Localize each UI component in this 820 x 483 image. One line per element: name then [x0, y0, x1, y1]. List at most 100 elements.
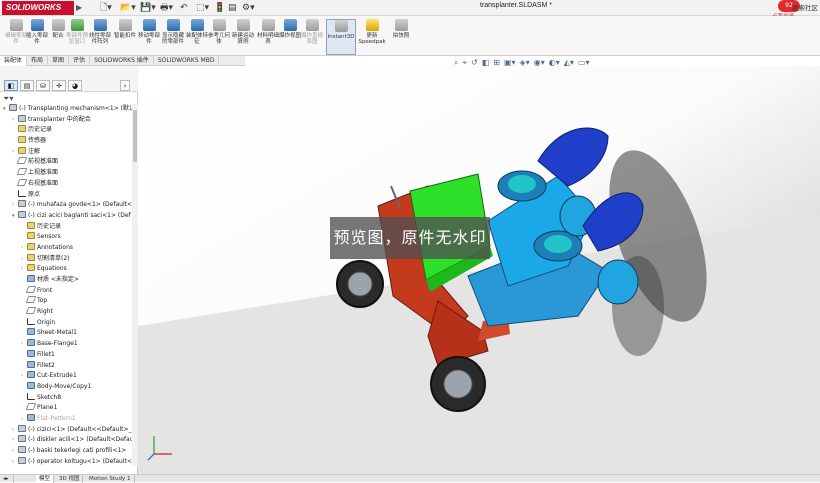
tree-item[interactable]: 上视基准面 — [0, 168, 132, 179]
select-icon[interactable]: ⬚▾ — [196, 2, 209, 14]
new-document-icon[interactable]: 🗋▾ — [100, 2, 112, 14]
hopper-disc-lower — [544, 235, 572, 253]
tree-item-label: Base-Flange1 — [37, 340, 78, 348]
dimxpert-tab-icon[interactable]: ✛ — [52, 80, 66, 91]
tree-item[interactable]: Fillet1 — [0, 349, 132, 361]
planting-rotor — [597, 259, 639, 305]
smart-fasteners-button[interactable]: 智能扣件 — [112, 19, 138, 55]
move-component-button[interactable]: 移动零部件 — [136, 19, 162, 55]
tree-item[interactable]: 原点 — [0, 189, 132, 201]
feature-icon — [27, 339, 35, 347]
plane-icon — [16, 168, 28, 176]
tab-mbd[interactable]: SOLIDWORKS MBD — [154, 56, 220, 66]
command-manager-tabs: 装配体 布局 草图 评估 SOLIDWORKS 插件 SOLIDWORKS MBD — [0, 56, 245, 66]
operator-seat-upper — [537, 127, 609, 187]
tree-item[interactable]: Front — [0, 285, 132, 297]
show-hidden-components-button[interactable]: 显示隐藏的零部件 — [160, 19, 186, 55]
folder-icon — [27, 232, 35, 240]
tree-item[interactable]: › Base-Flange1 — [0, 339, 132, 350]
tree-item-label: Origin — [37, 318, 56, 326]
tree-item[interactable]: › 注解 — [0, 146, 132, 158]
reference-geometry-button[interactable]: 参考几何体 — [206, 19, 232, 55]
tab-assembly[interactable]: 装配体 — [0, 56, 28, 66]
search-community-link[interactable]: 搜索社区 — [792, 2, 818, 12]
solidworks-logo: SOLIDWORKS — [2, 1, 74, 15]
tree-item[interactable]: › Cut-Extrude1 — [0, 371, 132, 382]
menu-expand-icon[interactable]: ▶ — [76, 3, 86, 13]
rear-wheel-hub — [347, 271, 373, 297]
tab-addins[interactable]: SOLIDWORKS 插件 — [90, 56, 154, 66]
open-document-icon[interactable]: 📂▾ — [120, 2, 136, 14]
file-properties-icon[interactable]: ▤ — [228, 2, 237, 14]
document-title: transplanter.SLDASM * — [480, 2, 552, 9]
update-speedpak-button[interactable]: 更新 Speedpak — [358, 19, 386, 55]
reference-geometry-icon — [212, 19, 226, 31]
take-snapshot-button[interactable]: 拍快照 — [388, 19, 414, 55]
scrollbar-thumb[interactable] — [133, 110, 137, 162]
panel-expand-icon[interactable]: › — [120, 80, 130, 91]
tree-item[interactable]: › (-) baski tekerlegi cati profili<1> — [0, 446, 132, 457]
tree-item[interactable]: ▾ (-) Transplanting mechanism<1> (默认< — [0, 104, 140, 115]
feature-tree-tab-icon[interactable]: ◧ — [4, 80, 18, 91]
explode-line-sketch-button[interactable]: 爆炸直线草图 — [299, 19, 325, 55]
tree-item[interactable]: › Equations — [0, 264, 132, 275]
folder-icon — [27, 242, 35, 250]
tree-item[interactable]: Top — [0, 296, 132, 307]
tree-item-label: Sketch8 — [37, 393, 62, 401]
tree-item[interactable]: Sheet-Metal1 — [0, 328, 132, 339]
feature-manager-tabs: ◧ ▤ ⛁ ✛ ◕ › — [0, 66, 138, 92]
tree-item[interactable]: Fillet2 — [0, 360, 132, 372]
tree-item[interactable]: 前视基准面 — [0, 157, 132, 168]
tab-sketch[interactable]: 草图 — [48, 56, 70, 66]
tree-item[interactable]: › transplanter 中的配合 — [0, 114, 132, 126]
undo-icon[interactable]: ↶ — [180, 2, 188, 14]
linear-pattern-button[interactable]: 线性零部件阵列 — [87, 19, 113, 55]
tree-item[interactable]: 传感器 — [0, 136, 132, 147]
tab-layout[interactable]: 布局 — [27, 56, 49, 66]
filter-icon[interactable]: ⏷▾ — [3, 94, 13, 104]
feature-icon — [27, 360, 35, 368]
display-manager-tab-icon[interactable]: ◕ — [68, 80, 82, 91]
options-icon[interactable]: ⚙▾ — [242, 2, 255, 14]
tree-item[interactable]: 右视基准面 — [0, 178, 132, 190]
tree-item[interactable]: › Flat-Pattern1 — [0, 413, 132, 425]
tab-evaluate[interactable]: 评估 — [69, 56, 91, 66]
linear-pattern-icon — [93, 19, 107, 31]
tree-item-label: Flat-Pattern1 — [37, 414, 76, 422]
tree-item-label: Fillet1 — [37, 350, 55, 358]
new-motion-study-button[interactable]: 新建运动算例 — [230, 19, 256, 55]
tree-item[interactable]: Plane1 — [0, 403, 132, 414]
tree-item-label: 前视基准面 — [28, 158, 59, 166]
tree-item[interactable]: Sketch8 — [0, 392, 132, 404]
property-manager-tab-icon[interactable]: ▤ — [20, 80, 34, 91]
tree-item[interactable]: Right — [0, 307, 132, 318]
plane-icon — [25, 307, 37, 315]
tree-item-label: Cut-Extrude1 — [37, 372, 77, 380]
tree-item[interactable]: › Annotations — [0, 242, 132, 254]
print-icon[interactable]: 🖶▾ — [160, 2, 173, 14]
component-icon — [18, 435, 26, 443]
tree-item-label: Right — [37, 308, 53, 316]
instant3d-button[interactable]: Instant3D — [326, 19, 356, 55]
tree-item[interactable]: 历史记录 — [0, 221, 132, 233]
graphics-area[interactable]: 预览图，原件无水印 — [138, 66, 820, 474]
tree-item-label: transplanter 中的配合 — [28, 115, 91, 123]
component-icon — [18, 200, 26, 208]
tree-item[interactable]: Origin — [0, 317, 132, 329]
plane-icon — [16, 157, 28, 165]
save-icon[interactable]: 💾▾ — [140, 2, 156, 14]
tree-item[interactable]: › (-) diskler acili<1> (Default<Defau — [0, 435, 134, 446]
configuration-manager-tab-icon[interactable]: ⛁ — [36, 80, 50, 91]
tree-item[interactable]: ▾ (-) cizi acici baglanti saci<1> (Def — [0, 210, 132, 222]
preview-watermark: 预览图，原件无水印 — [330, 217, 490, 259]
tree-item[interactable]: › (-) operator koltugu<1> (Default< — [0, 456, 132, 468]
tree-item[interactable]: Sensors — [0, 232, 132, 243]
tree-item[interactable]: › 切割清单(2) — [0, 253, 132, 265]
tree-item[interactable]: 材质 <未指定> — [0, 275, 132, 286]
tree-item[interactable]: › (-) muhafaza govde<1> (Default< — [0, 200, 132, 211]
tree-item[interactable]: Body-Move/Copy1 — [0, 381, 132, 393]
plane-icon — [25, 296, 37, 304]
rebuild-icon[interactable]: 🚦 — [214, 2, 225, 14]
tree-item[interactable]: › (-) cizici<1> (Default<<Default>_P — [0, 424, 135, 436]
tree-item[interactable]: 历史记录 — [0, 125, 132, 136]
